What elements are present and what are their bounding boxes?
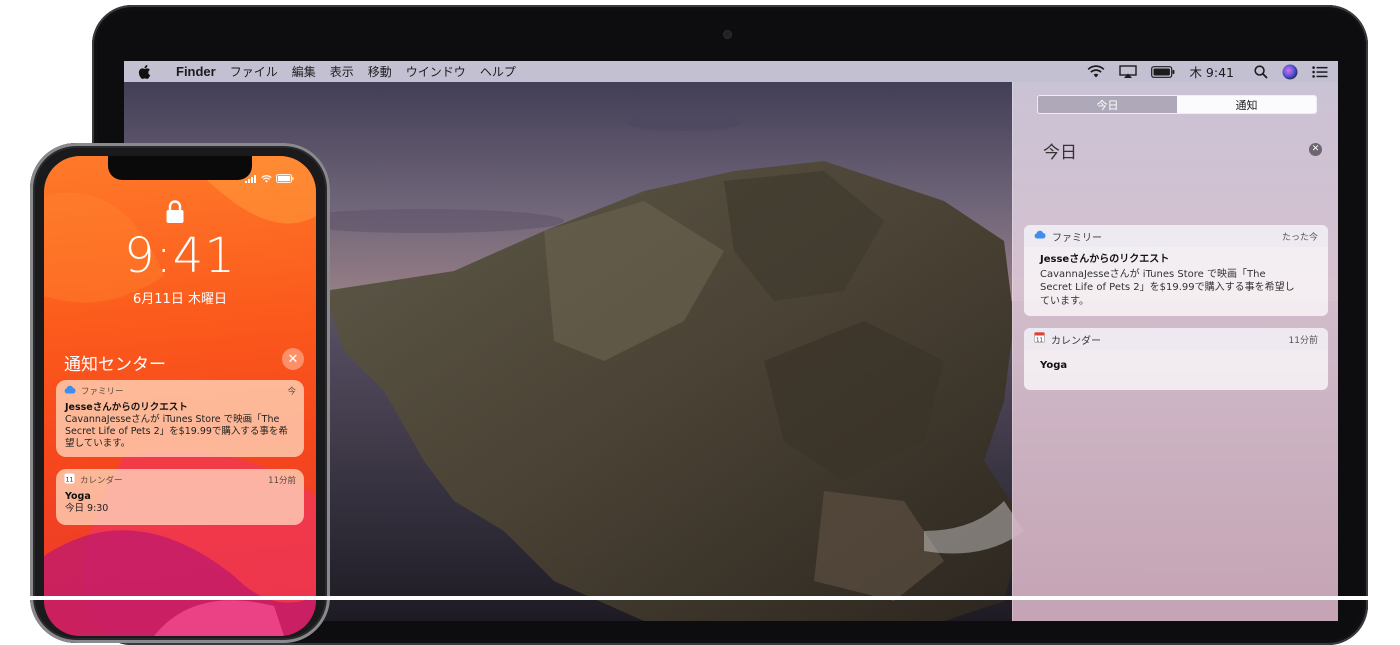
iphone-card-title: Jesseさんからのリクエスト (65, 402, 188, 413)
iphone-frame: 9:41 6月11日 木曜日 通知センター ✕ ファミリー 今 Jesseさんか… (30, 143, 330, 643)
calendar-icon: 11 (64, 473, 75, 487)
iphone-card-text: CavannaJesseさんが iTunes Store で映画「The Sec… (65, 414, 288, 449)
mac-notification-center: 今日 通知 今日 ✕ ファミリー たった今 Jesseさんからのリクエスト Ca… (1012, 82, 1338, 621)
nc-card-app-name: カレンダー (1051, 335, 1101, 347)
close-icon[interactable]: ✕ (1309, 143, 1322, 156)
airplay-icon[interactable] (1119, 64, 1138, 79)
nc-segmented-control: 今日 通知 (1037, 95, 1317, 114)
iphone-card-header: ファミリー 今 (56, 380, 304, 402)
nc-notification-card[interactable]: ファミリー たった今 Jesseさんからのリクエスト CavannaJesseさ… (1024, 225, 1328, 316)
nc-card-header: 11 カレンダー 11分前 (1024, 328, 1328, 350)
lock-screen-date: 6月11日 木曜日 (133, 292, 227, 307)
lock-icon (165, 200, 185, 228)
search-icon[interactable] (1254, 64, 1268, 79)
iphone-notification-card[interactable]: ファミリー 今 Jesseさんからのリクエスト CavannaJesseさんが … (56, 380, 304, 457)
close-icon[interactable]: ✕ (282, 348, 304, 370)
nc-card-app-name: ファミリー (1052, 232, 1102, 244)
icloud-icon (1034, 230, 1046, 242)
iphone-notification-card[interactable]: 11 カレンダー 11分前 Yoga 今日 9:30 (56, 469, 304, 525)
iphone-card-app-name: ファミリー (81, 387, 124, 397)
iphone-card-time: 今 (287, 387, 296, 397)
menu-edit[interactable]: 編集 (292, 63, 316, 80)
lock-screen-time: 9:41 (124, 228, 236, 284)
svg-text:11: 11 (66, 477, 74, 484)
tab-notifications[interactable]: 通知 (1177, 96, 1316, 113)
nc-notification-card[interactable]: 11 カレンダー 11分前 Yoga (1024, 328, 1328, 390)
battery-icon[interactable] (1151, 65, 1175, 78)
nc-card-time: たった今 (1281, 232, 1318, 243)
menu-app-name[interactable]: Finder (176, 64, 216, 79)
notification-center-icon[interactable] (1312, 65, 1328, 78)
nc-card-title: Yoga (1040, 360, 1068, 371)
iphone-status-bar (245, 168, 294, 187)
iphone-lock-screen: 9:41 6月11日 木曜日 通知センター ✕ ファミリー 今 Jesseさんか… (44, 156, 316, 636)
menu-file[interactable]: ファイル (230, 63, 278, 80)
iphone-notch (108, 156, 252, 180)
icloud-icon (64, 385, 76, 397)
iphone-nc-title: 通知センター (64, 355, 166, 375)
siri-icon[interactable] (1282, 64, 1298, 80)
calendar-icon: 11 (1034, 332, 1045, 346)
macbook-camera (724, 31, 731, 38)
nc-card-text: CavannaJesseさんが iTunes Store で映画「The Sec… (1040, 268, 1295, 307)
menu-view[interactable]: 表示 (330, 63, 354, 80)
iphone-card-title: Yoga (65, 491, 91, 502)
menu-bar-status-area: 木 9:41 (1087, 61, 1328, 82)
nc-card-header: ファミリー たった今 (1024, 225, 1328, 247)
menu-help[interactable]: ヘルプ (480, 63, 516, 80)
iphone-card-header: 11 カレンダー 11分前 (56, 469, 304, 491)
bottom-edge (0, 596, 1400, 600)
tab-today[interactable]: 今日 (1038, 96, 1177, 113)
svg-text:11: 11 (1036, 338, 1043, 344)
wifi-icon[interactable] (1087, 65, 1105, 78)
iphone-card-app-name: カレンダー (80, 476, 123, 486)
nc-section-title: 今日 (1043, 143, 1077, 163)
wifi-icon (261, 168, 272, 187)
cellular-signal-icon (245, 168, 257, 187)
iphone-card-text: 今日 9:30 (65, 503, 109, 514)
nc-card-time: 11分前 (1288, 335, 1318, 346)
nc-card-title: Jesseさんからのリクエスト (1040, 254, 1170, 265)
iphone-card-time: 11分前 (268, 476, 296, 486)
menu-window[interactable]: ウインドウ (406, 63, 466, 80)
menu-bar-clock[interactable]: 木 9:41 (1189, 62, 1234, 81)
menu-go[interactable]: 移動 (368, 63, 392, 80)
battery-icon (276, 168, 294, 187)
mac-menu-bar: Finder ファイル 編集 表示 移動 ウインドウ ヘルプ 木 9:41 (124, 61, 1338, 82)
apple-logo-icon[interactable] (138, 64, 166, 79)
